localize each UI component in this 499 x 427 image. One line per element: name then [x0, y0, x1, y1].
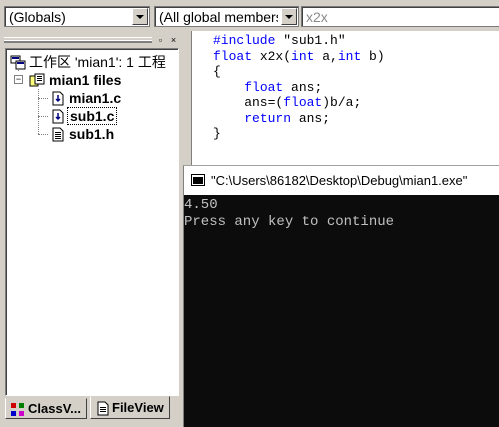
classview-icon [11, 403, 24, 416]
tab-fileview-label: FileView [112, 400, 164, 415]
tree-line [38, 134, 48, 135]
code-keyword: return [244, 110, 292, 126]
console-message-line: Press any key to continue [184, 214, 395, 230]
code-text: b) [361, 48, 385, 64]
code-text: } [213, 126, 221, 141]
header-file-icon [52, 127, 64, 142]
code-text: a, [314, 48, 338, 64]
tree-root-label: 工作区 'mian1': 1 工程 [29, 54, 166, 70]
code-text: ans; [283, 79, 323, 95]
code-line: float ans; [213, 80, 322, 96]
console-app-icon [191, 174, 205, 186]
code-keyword: float [283, 95, 323, 110]
members-combo[interactable]: (All global members [154, 6, 299, 27]
panel-grip[interactable] [4, 37, 152, 43]
console-output-area[interactable]: 4.50 Press any key to continue [184, 195, 499, 427]
code-keyword: float [213, 48, 253, 64]
chevron-down-icon[interactable] [132, 8, 148, 25]
console-output-line: 4.50 [184, 197, 218, 213]
c-source-file-icon [52, 91, 64, 106]
scope-combo[interactable]: (Globals) [4, 6, 150, 27]
tab-classview-label: ClassV... [28, 401, 82, 416]
function-combo[interactable]: x2x [301, 6, 499, 27]
code-text: ans=( [213, 95, 284, 110]
code-text: )b/a; [322, 95, 362, 110]
workspace-panel: ▫ × 工作区 'mian1': 1 工程 − mian1 files mian… [0, 31, 183, 427]
code-line: ans=(float)b/a; [213, 95, 361, 111]
close-icon[interactable]: × [168, 35, 179, 46]
function-combo-value: x2x [306, 9, 328, 25]
code-line: { [213, 64, 221, 80]
scope-combo-value: (Globals) [9, 9, 66, 25]
members-combo-value: (All global members [159, 9, 278, 25]
code-text: { [213, 64, 221, 79]
tree-file-label: mian1.c [69, 90, 122, 106]
editor-gutter [192, 31, 209, 165]
code-keyword: float [244, 79, 284, 95]
tree-line [38, 116, 48, 117]
code-line: #include "sub1.h" [213, 33, 346, 49]
chevron-down-icon[interactable] [281, 8, 297, 25]
workspace-tabs: ClassV... FileView [0, 396, 183, 427]
tree-file-label: sub1.c [67, 107, 118, 125]
code-text: x2x( [252, 48, 292, 64]
code-line: float x2x(int a,int b) [213, 49, 385, 65]
code-editor[interactable]: #include "sub1.h" float x2x(int a,int b){… [191, 31, 499, 165]
code-keyword: int [337, 48, 362, 64]
workspace-icon [10, 55, 26, 70]
tree-file-label: sub1.h [69, 126, 115, 142]
wizard-bar: (Globals) (All global members x2x [0, 0, 499, 31]
fileview-icon [97, 401, 109, 416]
tab-classview[interactable]: ClassV... [5, 398, 87, 419]
project-files-icon [29, 73, 45, 87]
console-title: "C:\Users\86182\Desktop\Debug\mian1.exe" [211, 173, 468, 188]
code-keyword: int [291, 48, 315, 64]
file-tree: 工作区 'mian1': 1 工程 − mian1 files mian1.c [5, 48, 179, 396]
tree-folder-label: mian1 files [49, 72, 122, 88]
code-line: return ans; [213, 111, 330, 127]
c-source-file-icon [52, 109, 64, 124]
code-keyword: #include [213, 33, 276, 48]
code-line: } [213, 126, 221, 142]
minimize-icon[interactable]: ▫ [155, 35, 166, 46]
console-window[interactable]: "C:\Users\86182\Desktop\Debug\mian1.exe"… [183, 165, 499, 427]
collapse-icon[interactable]: − [14, 75, 23, 84]
code-text: "sub1.h" [275, 33, 346, 48]
console-title-bar[interactable]: "C:\Users\86182\Desktop\Debug\mian1.exe" [184, 166, 499, 195]
tab-fileview[interactable]: FileView [90, 396, 170, 419]
tree-line [38, 98, 48, 99]
code-text: ans; [291, 110, 331, 126]
tree-line [38, 89, 39, 134]
